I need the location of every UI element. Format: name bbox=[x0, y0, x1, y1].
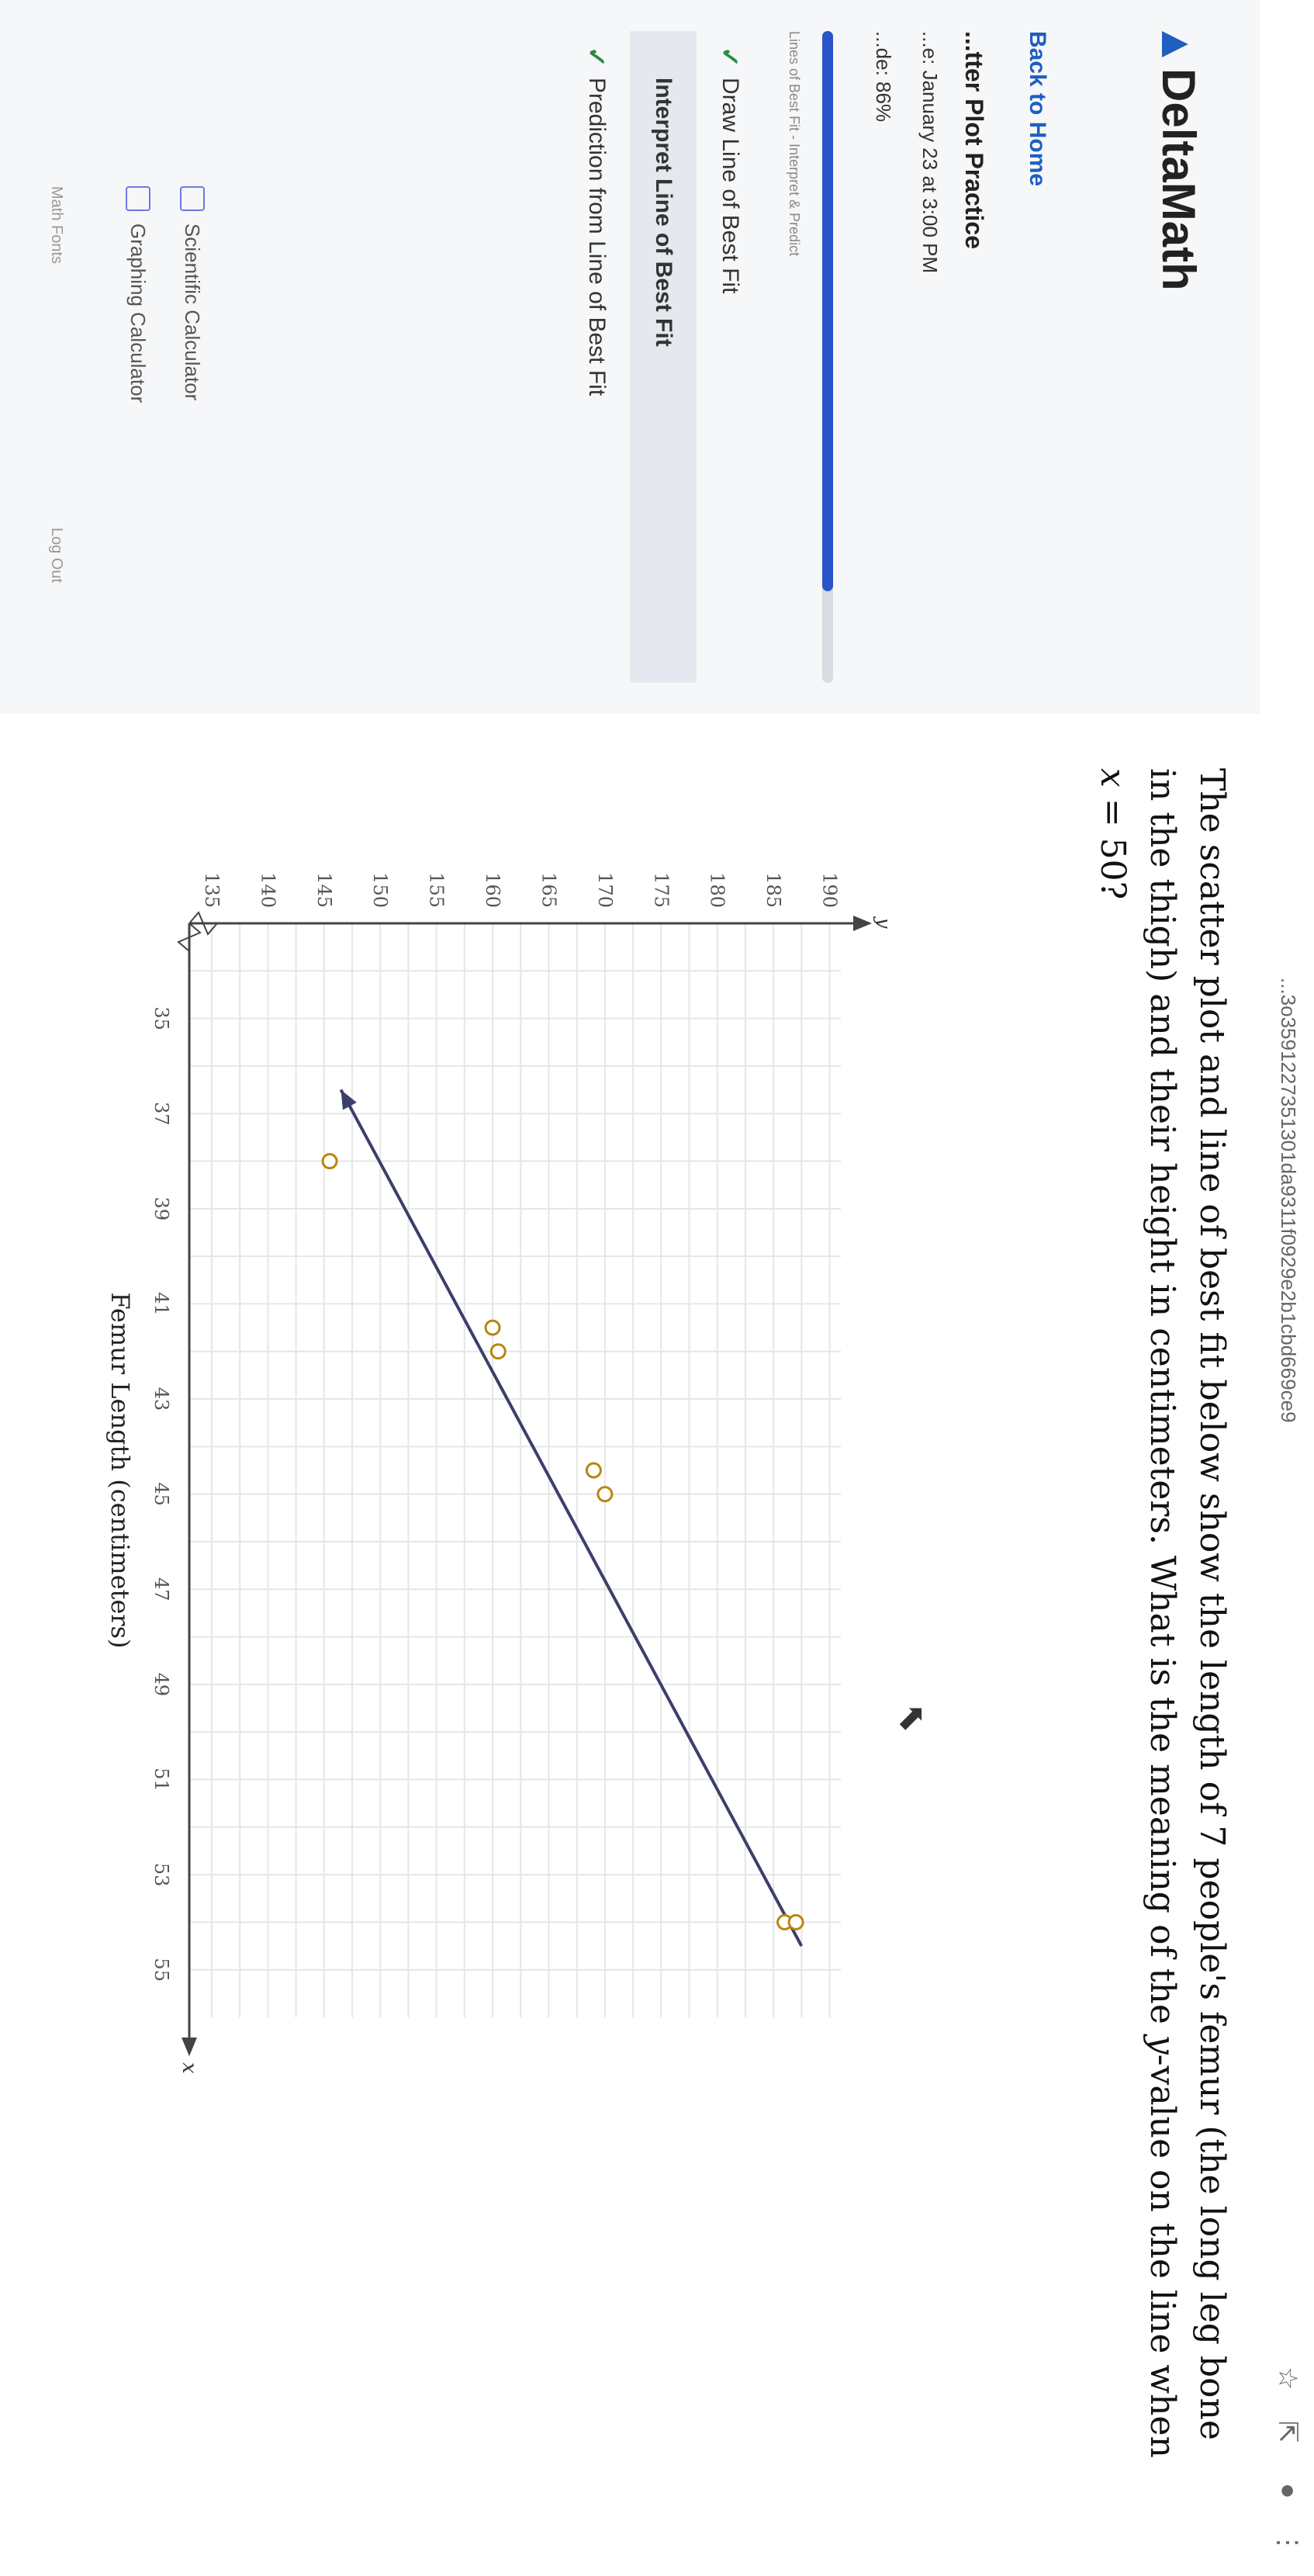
x-tick-label: 55 bbox=[150, 1958, 172, 1982]
x-axis-label: Femur Length (centimeters) bbox=[105, 1292, 135, 1648]
x-axis-letter: x bbox=[178, 2062, 201, 2074]
mouse-cursor-icon: ⬉ bbox=[893, 1703, 933, 1733]
scatter-chart[interactable]: x y 35 37 39 41 43 45 47 49 51 53 55 135 140 145 150 155 1… bbox=[65, 807, 887, 2359]
graphing-calculator-button[interactable]: Graphing Calculator bbox=[126, 186, 150, 403]
data-point bbox=[484, 1319, 501, 1336]
x-axis-arrow bbox=[182, 2038, 197, 2056]
browser-toolbar: ...3o3591227351301da9311f0929e2b1cbd669c… bbox=[1259, 0, 1314, 2576]
y-tick-label: 140 bbox=[257, 872, 278, 908]
assignment-title: ...tter Plot Practice bbox=[960, 31, 988, 249]
y-tick-label: 185 bbox=[762, 872, 784, 908]
x-tick-label: 35 bbox=[150, 1006, 172, 1030]
x-tick-label: 41 bbox=[150, 1292, 172, 1316]
y-tick-label: 180 bbox=[707, 872, 728, 908]
deltamath-logo[interactable]: DeltaMath bbox=[1152, 31, 1205, 291]
progress-fill bbox=[822, 31, 833, 592]
y-tick-label: 190 bbox=[819, 872, 841, 908]
y-tick-label: 175 bbox=[650, 872, 672, 908]
sidebar: DeltaMath Back to Home ...tter Plot Prac… bbox=[0, 0, 1260, 715]
back-to-home-link[interactable]: Back to Home bbox=[1024, 31, 1050, 186]
topic-label: Interpret Line of Best Fit bbox=[651, 78, 676, 347]
math-fonts-link[interactable]: Math Fonts bbox=[47, 186, 65, 264]
y-tick-label: 165 bbox=[538, 872, 559, 908]
delta-logo-icon bbox=[1162, 31, 1188, 57]
data-point bbox=[596, 1486, 614, 1503]
topic-subtitle: Lines of Best Fit - Interpret & Predict bbox=[787, 31, 802, 257]
topic-interpret-line[interactable]: Interpret Line of Best Fit bbox=[630, 31, 697, 683]
page-canvas: ...3o3591227351301da9311f0929e2b1cbd669c… bbox=[0, 0, 1314, 2576]
star-icon[interactable]: ☆ bbox=[1272, 2367, 1303, 2390]
y-axis-letter: y bbox=[873, 916, 887, 929]
share-icon[interactable]: ⇱ bbox=[1272, 2421, 1303, 2443]
x-tick-label: 49 bbox=[150, 1673, 172, 1697]
y-tick-label: 135 bbox=[201, 872, 223, 908]
x-tick-label: 39 bbox=[150, 1197, 172, 1221]
data-point bbox=[321, 1153, 338, 1170]
url-text[interactable]: ...3o3591227351301da9311f0929e2b1cbd669c… bbox=[1276, 978, 1300, 1423]
y-tick-label: 150 bbox=[369, 872, 391, 908]
data-point bbox=[489, 1343, 507, 1360]
question-text: The scatter plot and line of best fit be… bbox=[1093, 768, 1232, 2458]
y-tick-label: 155 bbox=[426, 872, 448, 908]
topic-label: Prediction from Line of Best Fit bbox=[584, 78, 610, 396]
main-panel: The scatter plot and line of best fit be… bbox=[0, 714, 1260, 2576]
scientific-calculator-button[interactable]: Scientific Calculator bbox=[180, 186, 205, 400]
topic-prediction[interactable]: ✓ Prediction from Line of Best Fit bbox=[563, 31, 630, 683]
x-tick-label: 47 bbox=[150, 1577, 172, 1601]
y-tick-label: 170 bbox=[594, 872, 616, 908]
topic-draw-line[interactable]: ✓ Draw Line of Best Fit bbox=[697, 31, 763, 683]
calculator-icon bbox=[180, 186, 205, 211]
x-tick-label: 43 bbox=[150, 1387, 172, 1411]
log-out-link[interactable]: Log Out bbox=[47, 528, 65, 583]
menu-icon[interactable]: ⋮ bbox=[1272, 2529, 1303, 2556]
check-icon: ✓ bbox=[716, 47, 744, 68]
x-tick-label: 53 bbox=[150, 1863, 172, 1887]
data-point bbox=[585, 1462, 602, 1479]
grade: ...de: 86% bbox=[872, 31, 895, 123]
topic-label: Draw Line of Best Fit bbox=[718, 78, 743, 294]
data-point bbox=[787, 1913, 804, 1930]
profile-icon[interactable]: ● bbox=[1273, 2483, 1303, 2499]
y-tick-label: 160 bbox=[482, 872, 503, 908]
y-tick-label: 145 bbox=[313, 872, 335, 908]
y-axis-arrow bbox=[853, 916, 872, 931]
best-fit-line bbox=[339, 1089, 804, 1947]
x-tick-label: 51 bbox=[150, 1768, 172, 1792]
check-icon: ✓ bbox=[583, 47, 610, 68]
progress-bar bbox=[822, 31, 833, 683]
graph-icon bbox=[126, 186, 150, 211]
x-tick-label: 37 bbox=[150, 1102, 172, 1126]
x-tick-label: 45 bbox=[150, 1482, 172, 1506]
due-date: ...e: January 23 at 3:00 PM bbox=[918, 31, 942, 274]
